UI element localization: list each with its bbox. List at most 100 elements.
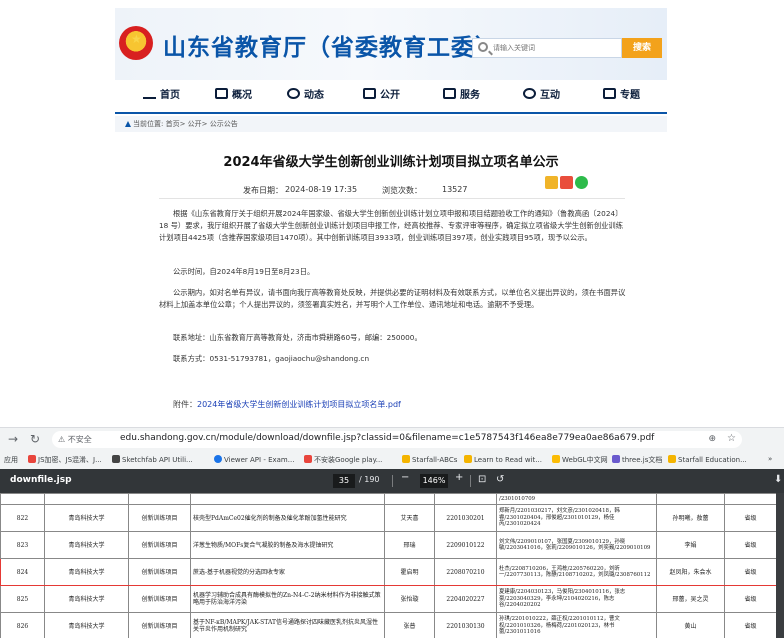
cell-advisor: 黄山 xyxy=(656,612,725,638)
zoom-out-icon[interactable]: − xyxy=(401,472,409,483)
cell-leader: 张普 xyxy=(384,612,435,638)
site-favicon-icon xyxy=(304,455,312,463)
nav-label: 服务 xyxy=(460,90,480,101)
bookmark-item[interactable]: Starfall Education... xyxy=(668,455,747,464)
news-icon xyxy=(287,88,300,99)
cell-advisor: 赵凤阳，朱会水 xyxy=(656,558,725,586)
bookmark-item[interactable]: Starfall-ABCs xyxy=(402,455,457,464)
cell-project-name: 洋葱生物质/MOFs复合气凝胶的制备及海水提铀研究 xyxy=(190,531,385,559)
bookmark-item[interactable]: 应用 xyxy=(4,455,18,465)
nav-news[interactable]: 动态 xyxy=(287,80,324,112)
back-arrow-icon[interactable]: → xyxy=(8,432,18,446)
cell-members: 刘文伟/2209010107，张国夏/2309010129，孙晓敏/220304… xyxy=(496,531,657,559)
zoom-input[interactable]: 146% xyxy=(420,474,448,488)
cell-type: 创新训练项目 xyxy=(128,612,191,638)
nav-public[interactable]: 公开 xyxy=(363,80,400,112)
location-icon xyxy=(125,121,131,127)
site-banner: ★ 山东省教育厅（省委教育工委） 搜索 xyxy=(115,8,667,80)
zoom-in-icon[interactable]: + xyxy=(455,472,463,483)
site-favicon-icon xyxy=(464,455,472,463)
breadcrumb-text[interactable]: 当前位置: 首页> 公开> 公示公告 xyxy=(133,119,238,129)
publish-date: 2024-08-19 17:35 xyxy=(285,185,358,194)
bookmark-item[interactable]: three.js文档 xyxy=(612,455,662,465)
address-bar[interactable]: ⚠ 不安全 edu.shandong.gov.cn/module/downloa… xyxy=(52,431,742,448)
nav-topics[interactable]: 专题 xyxy=(603,80,640,112)
article-paragraph: 公示期内，如对名单有异议，请书面向我厅高等教育处反映，并提供必要的证明材料及有效… xyxy=(159,288,626,309)
cell-student-id: 2208070210 xyxy=(434,558,497,586)
weibo-share-icon[interactable] xyxy=(560,176,573,189)
more-bookmarks-icon[interactable]: » xyxy=(768,455,772,463)
cell-level: 省级 xyxy=(724,504,776,532)
nav-label: 公开 xyxy=(380,90,400,101)
cell-project-name xyxy=(190,493,385,505)
publish-label: 发布日期： xyxy=(243,186,283,195)
pdf-filename: downfile.jsp xyxy=(10,475,72,485)
bookmark-item[interactable]: Viewer API - Exam... xyxy=(214,455,294,464)
search-input[interactable] xyxy=(493,41,617,55)
cell-advisor: 李娟 xyxy=(656,531,725,559)
page-total: / 190 xyxy=(359,475,380,484)
cell-level: 省级 xyxy=(724,558,776,586)
site-favicon-icon xyxy=(612,455,620,463)
main-nav: 首页 概况 动态 公开 服务 互动 专题 xyxy=(115,80,667,114)
not-secure-badge[interactable]: ⚠ 不安全 xyxy=(58,434,92,445)
bookmark-label: Starfall Education... xyxy=(678,456,747,464)
cell-type: 创新训练项目 xyxy=(128,531,191,559)
wechat-share-icon[interactable] xyxy=(575,176,588,189)
scrollbar[interactable] xyxy=(776,493,784,638)
cell-advisor: 孙明曦，敖蕾 xyxy=(656,504,725,532)
bookmark-item[interactable]: 不安装Google play... xyxy=(304,455,382,465)
cell-school xyxy=(44,493,129,505)
document-icon xyxy=(215,88,228,99)
nav-overview[interactable]: 概况 xyxy=(215,80,252,112)
cell-project-name: 蔗选-基于机器视觉的分选回收专家 xyxy=(190,558,385,586)
search-box[interactable] xyxy=(472,38,622,58)
bookmark-star-icon[interactable]: ☆ xyxy=(727,433,736,444)
divider xyxy=(159,198,625,199)
pdf-viewport[interactable]: /2301010709 822 青岛科技大学 创新训练项目 核壳型PdAmCe0… xyxy=(0,493,784,638)
education-website: ★ 山东省教育厅（省委教育工委） 搜索 首页 概况 动态 公开 服务 互动 专题… xyxy=(115,8,667,414)
cell-school: 青岛科技大学 xyxy=(44,531,129,559)
cell-type xyxy=(128,493,191,505)
cell-number: 826 xyxy=(0,612,45,638)
fit-page-icon[interactable]: ⊡ xyxy=(478,474,486,485)
cell-level: 省级 xyxy=(724,531,776,559)
cell-school: 青岛科技大学 xyxy=(44,612,129,638)
article-paragraph: 根据《山东省教育厅关于组织开展2024年国家级、省级大学生创新创业训练计划立项申… xyxy=(159,209,624,242)
bookmark-item[interactable]: Sketchfab API Utili... xyxy=(112,455,193,464)
table-row: 822 青岛科技大学 创新训练项目 核壳型PdAmCe02催化剂的制备及催化苯酚… xyxy=(0,504,776,532)
bookmark-item[interactable]: WebGL中文网 xyxy=(552,455,608,465)
nav-home[interactable]: 首页 xyxy=(143,80,180,112)
page-number-input[interactable]: 35 xyxy=(333,474,355,488)
cell-number: 823 xyxy=(0,531,45,559)
cell-number xyxy=(0,493,45,505)
breadcrumb: 当前位置: 首页> 公开> 公示公告 xyxy=(115,116,667,132)
nav-service[interactable]: 服务 xyxy=(443,80,480,112)
download-icon[interactable]: ⬇ xyxy=(774,474,782,485)
table-row: /2301010709 xyxy=(0,493,776,505)
article-paragraph: 公示时间，自2024年8月19日至8月23日。 xyxy=(173,267,315,276)
url-text[interactable]: edu.shandong.gov.cn/module/download/down… xyxy=(120,433,654,443)
bookmark-item[interactable]: Learn to Read wit... xyxy=(464,455,542,464)
nav-label: 概况 xyxy=(232,90,252,101)
bookmarks-bar: 应用 JS加密、JS混淆、J... Sketchfab API Utili...… xyxy=(0,453,784,469)
cell-advisor: 邢蕾，吴之灵 xyxy=(656,585,725,613)
bookmark-item[interactable]: JS加密、JS混淆、J... xyxy=(28,455,102,465)
site-title: 山东省教育厅（省委教育工委） xyxy=(163,35,499,61)
reload-icon[interactable]: ↻ xyxy=(30,432,40,446)
bookmark-label: 应用 xyxy=(4,456,18,464)
table-row-highlighted: 824 青岛科技大学 创新训练项目 蔗选-基于机器视觉的分选回收专家 霍启明 2… xyxy=(0,558,776,586)
cell-student-id: 2201030201 xyxy=(434,504,497,532)
bookmark-label: 不安装Google play... xyxy=(314,456,383,464)
rotate-icon[interactable]: ↺ xyxy=(496,474,504,485)
search-button[interactable]: 搜索 xyxy=(622,38,662,58)
bookmark-label: Viewer API - Exam... xyxy=(224,456,295,464)
nav-interact[interactable]: 互动 xyxy=(523,80,560,112)
favorite-icon[interactable] xyxy=(545,176,558,189)
attachment-link[interactable]: 2024年省级大学生创新创业训练计划项目拟立项名单.pdf xyxy=(197,400,401,409)
bookmark-label: three.js文档 xyxy=(622,456,663,464)
search-icon xyxy=(478,42,488,52)
cell-members: /2301010709 xyxy=(496,493,657,505)
cell-members: 孙琪/2201010222，薛正权/2201010112，曹文权/2201010… xyxy=(496,612,657,638)
zoom-icon[interactable]: ⊕ xyxy=(708,434,716,444)
